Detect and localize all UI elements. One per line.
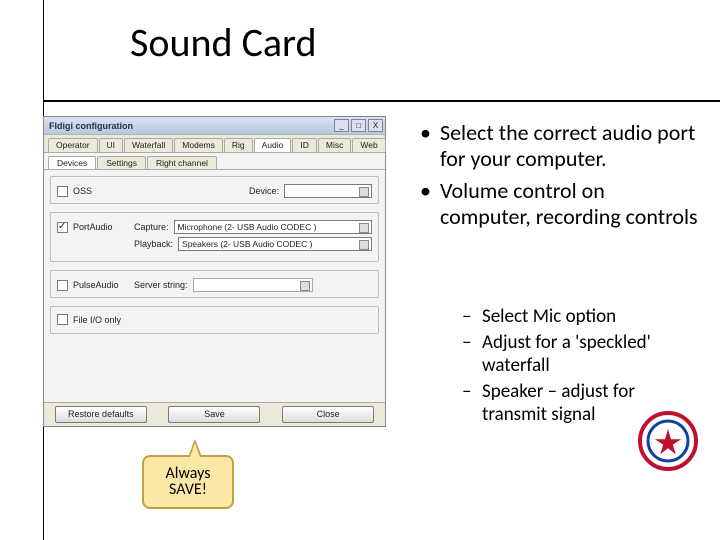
oss-checkbox[interactable] [57, 186, 68, 197]
tab-misc[interactable]: Misc [318, 138, 351, 152]
tab-modems[interactable]: Modems [174, 138, 223, 152]
tab-id[interactable]: ID [292, 138, 317, 152]
minimize-button[interactable]: _ [334, 119, 349, 132]
tab-ui[interactable]: UI [99, 138, 124, 152]
devices-pane: OSS Device: PortAudio Capture: Microphon… [44, 170, 385, 404]
bullet-list: Select the correct audio port for your c… [418, 120, 698, 236]
sub-bullet-item: Adjust for a 'speckled' waterfall [462, 332, 702, 377]
capture-label: Capture: [134, 222, 169, 232]
oss-device-combo[interactable] [284, 184, 372, 198]
portaudio-label: PortAudio [73, 222, 129, 232]
tab-waterfall[interactable]: Waterfall [124, 138, 173, 152]
fileio-checkbox[interactable] [57, 314, 68, 325]
fileio-label: File I/O only [73, 315, 121, 325]
subtab-right-channel[interactable]: Right channel [147, 156, 217, 169]
playback-combo[interactable]: Speakers (2- USB Audio CODEC ) [178, 237, 372, 251]
oss-device-label: Device: [249, 186, 279, 196]
window-caption: Fldigi configuration [49, 121, 133, 131]
slide: Sound Card Select the correct audio port… [0, 0, 720, 540]
group-fileio: File I/O only [50, 306, 379, 334]
server-string-label: Server string: [134, 280, 188, 290]
tab-web[interactable]: Web [352, 138, 385, 152]
capture-combo[interactable]: Microphone (2- USB Audio CODEC ) [174, 220, 372, 234]
close-window-button[interactable]: X [368, 119, 383, 132]
maximize-button[interactable]: □ [351, 119, 366, 132]
save-button[interactable]: Save [168, 406, 260, 423]
ares-logo [638, 411, 698, 476]
slide-title: Sound Card [130, 18, 316, 67]
fldigi-config-window: Fldigi configuration _ □ X Operator UI W… [43, 116, 386, 427]
sub-tabs: Devices Settings Right channel [44, 153, 385, 170]
pulseaudio-checkbox[interactable] [57, 280, 68, 291]
bullet-item: Select the correct audio port for your c… [418, 120, 698, 172]
restore-defaults-button[interactable]: Restore defaults [55, 406, 147, 423]
tab-operator[interactable]: Operator [48, 138, 98, 152]
window-buttons: _ □ X [334, 119, 383, 132]
subtab-devices[interactable]: Devices [48, 156, 96, 169]
horizontal-rule [43, 100, 720, 102]
group-oss: OSS Device: [50, 176, 379, 204]
bullet-item: Volume control on computer, recording co… [418, 178, 698, 230]
playback-label: Playback: [134, 239, 173, 249]
group-portaudio: PortAudio Capture: Microphone (2- USB Au… [50, 212, 379, 262]
oss-label: OSS [73, 186, 129, 196]
group-pulseaudio: PulseAudio Server string: [50, 270, 379, 298]
callout-always-save: Always SAVE! [142, 455, 234, 509]
tab-rig[interactable]: Rig [224, 138, 253, 152]
sub-bullet-item: Select Mic option [462, 306, 702, 328]
subtab-settings[interactable]: Settings [97, 156, 146, 169]
main-tabs: Operator UI Waterfall Modems Rig Audio I… [44, 135, 385, 153]
portaudio-checkbox[interactable] [57, 222, 68, 233]
server-string-input[interactable] [193, 278, 313, 292]
pulseaudio-label: PulseAudio [73, 280, 129, 290]
dialog-buttons: Restore defaults Save Close [44, 402, 385, 426]
tab-audio[interactable]: Audio [254, 138, 292, 152]
close-button[interactable]: Close [282, 406, 374, 423]
callout-line: SAVE! [169, 482, 207, 498]
titlebar[interactable]: Fldigi configuration _ □ X [44, 117, 385, 135]
